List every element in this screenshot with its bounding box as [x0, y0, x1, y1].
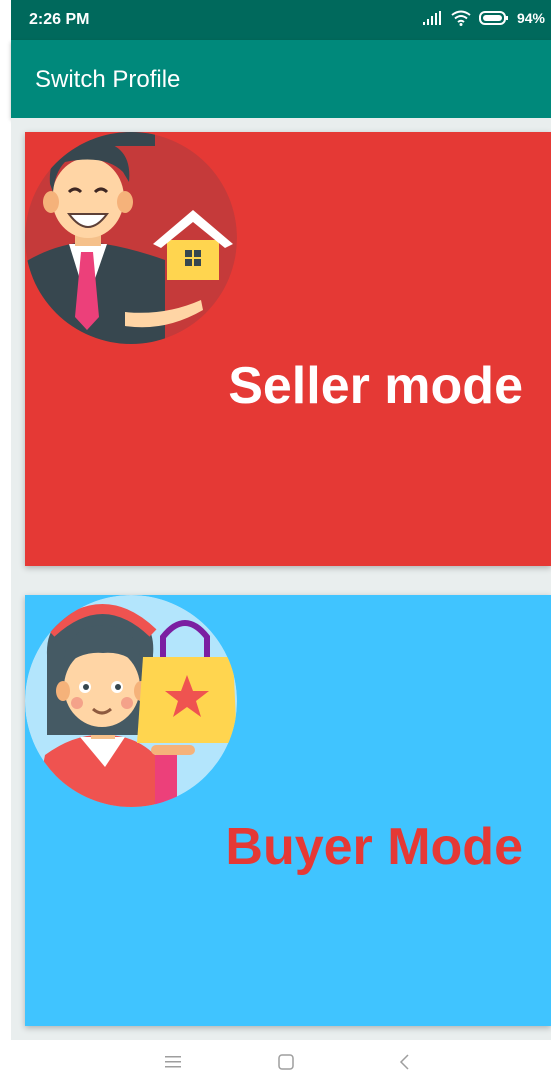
- buyer-avatar-icon: [25, 595, 237, 807]
- seller-avatar-icon: [25, 132, 237, 344]
- menu-icon[interactable]: [161, 1050, 185, 1074]
- app-bar: Switch Profile: [11, 40, 551, 118]
- status-bar: 2:26 PM 94%: [11, 0, 551, 40]
- seller-mode-card[interactable]: Seller mode: [25, 132, 551, 566]
- back-icon[interactable]: [392, 1050, 416, 1074]
- wifi-icon: [451, 10, 471, 26]
- buyer-mode-label: Buyer Mode: [225, 818, 523, 876]
- system-nav-bar: [0, 1040, 551, 1084]
- buyer-mode-card[interactable]: Buyer Mode: [25, 595, 551, 1026]
- seller-mode-label: Seller mode: [228, 357, 523, 415]
- status-time: 2:26 PM: [29, 11, 90, 28]
- status-icons: 94%: [422, 10, 545, 26]
- page-title: Switch Profile: [35, 66, 181, 93]
- home-icon[interactable]: [274, 1050, 298, 1074]
- battery-icon: [478, 11, 508, 25]
- profile-list: Seller mode Buyer Mode: [11, 118, 551, 1040]
- battery-percent: 94%: [516, 10, 545, 26]
- signal-icon: [422, 11, 441, 25]
